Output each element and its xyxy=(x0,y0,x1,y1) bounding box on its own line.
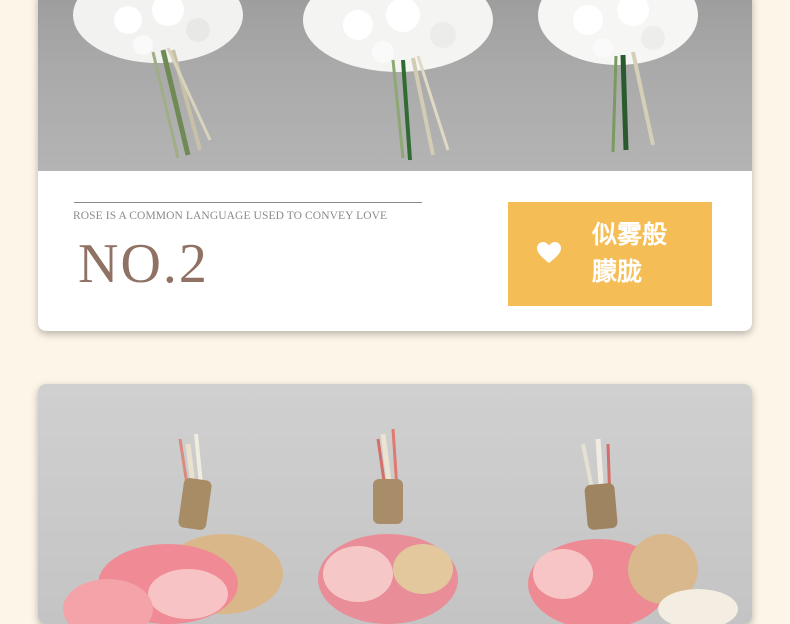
product-card-pink xyxy=(38,384,752,624)
product-card-no2: ROSE IS A COMMON LANGUAGE USED TO CONVEY… xyxy=(38,0,752,331)
item-number: NO.2 xyxy=(78,233,209,295)
badge-text: 似雾般 朦胧 xyxy=(592,216,702,290)
tagline: ROSE IS A COMMON LANGUAGE USED TO CONVEY… xyxy=(73,210,388,222)
white-bouquet-photo xyxy=(38,0,752,171)
white-bouquet-illustration xyxy=(73,0,698,161)
badge-text-line1: 似雾般 xyxy=(592,220,668,249)
pink-bouquet-photo xyxy=(38,384,752,624)
divider-line xyxy=(74,202,422,203)
heart-icon xyxy=(537,242,561,263)
feature-badge: 似雾般 朦胧 xyxy=(508,202,712,306)
pink-bouquet-illustration xyxy=(63,428,738,624)
badge-text-line2: 朦胧 xyxy=(592,257,643,286)
